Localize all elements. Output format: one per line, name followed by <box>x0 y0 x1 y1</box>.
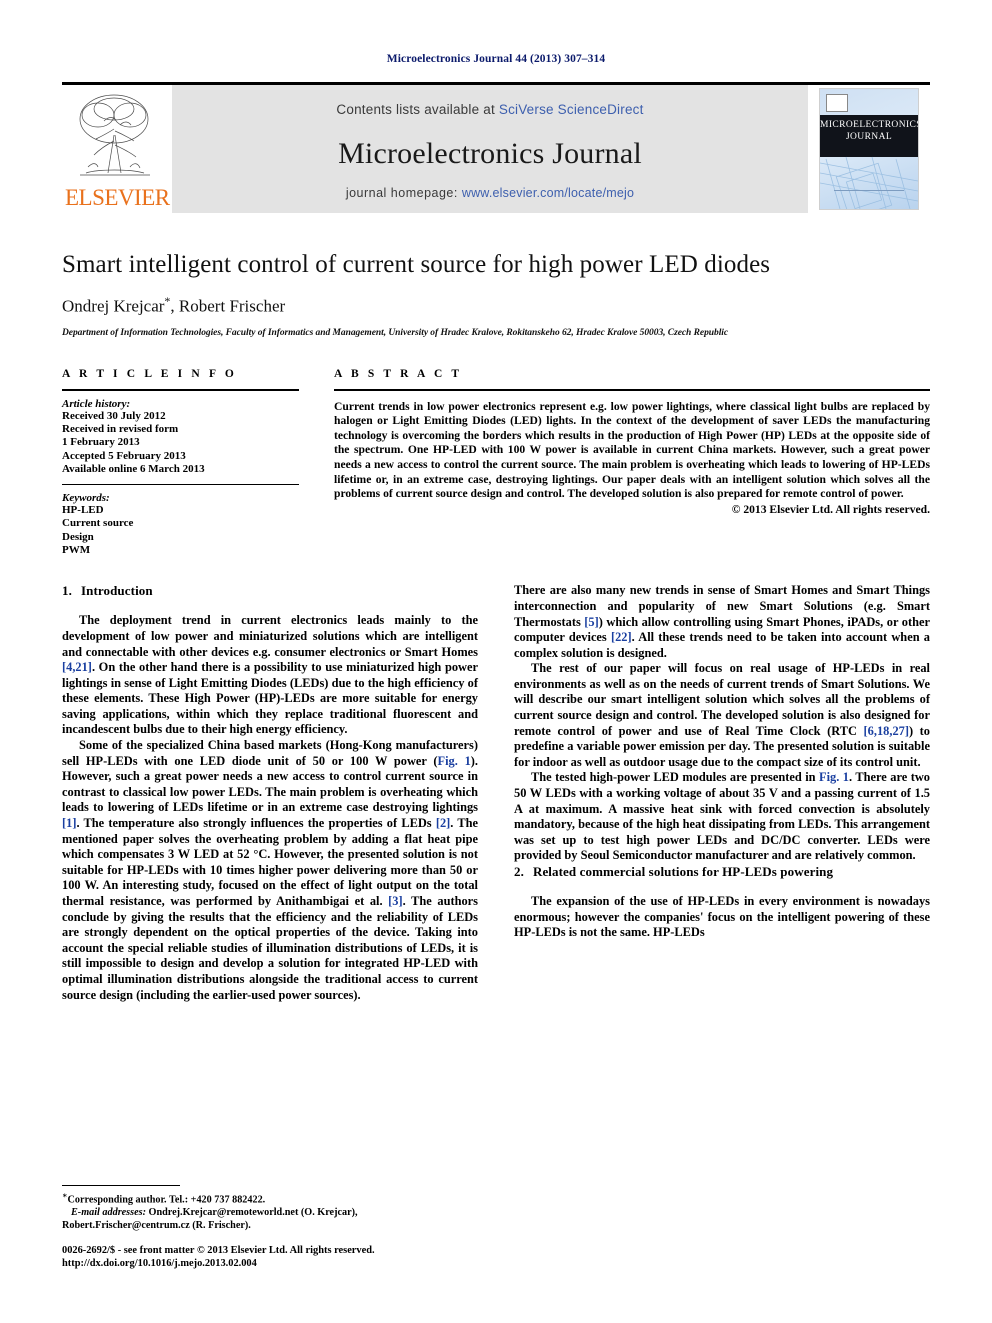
para-text: . The temperature also strongly influenc… <box>76 816 436 831</box>
citation-ref[interactable]: [3] <box>388 894 402 908</box>
keyword-item: Current source <box>62 517 134 530</box>
elsevier-logo: ELSEVIER <box>62 85 172 213</box>
corresponding-author-text: Corresponding author. Tel.: +420 737 882… <box>67 1194 266 1206</box>
article-info-column: A R T I C L E I N F O Article history: R… <box>62 368 299 558</box>
elsevier-tree-icon <box>79 94 150 176</box>
section-heading-related-solutions: 2. Related commercial solutions for HP-LE… <box>514 864 930 880</box>
issn-line: 0026-2692/$ - see front matter © 2013 El… <box>62 1245 375 1257</box>
author-secondary: , Robert Frischer <box>170 296 286 316</box>
journal-cover-image: MICROELECTRONICS JOURNAL <box>819 88 919 210</box>
paragraph: The deployment trend in current electron… <box>62 613 478 738</box>
abstract-copyright: © 2013 Elsevier Ltd. All rights reserved… <box>731 502 930 516</box>
journal-title: Microelectronics Journal <box>338 137 642 170</box>
section-title: Introduction <box>80 583 153 599</box>
info-abstract-row: A R T I C L E I N F O Article history: R… <box>62 368 930 558</box>
page-title: Smart intelligent control of current sou… <box>62 251 771 278</box>
section-title: Related commercial solutions for HP-LEDs… <box>532 864 834 879</box>
citation-ref[interactable]: [22] <box>611 630 632 644</box>
citation-ref[interactable]: [2] <box>436 816 450 830</box>
section-number: 2. <box>514 864 524 879</box>
keywords-label: Keywords: <box>62 491 110 504</box>
article-title-block: Smart intelligent control of current sou… <box>62 251 930 338</box>
sciencedirect-link[interactable]: SciVerse ScienceDirect <box>499 102 644 117</box>
journal-homepage-link[interactable]: www.elsevier.com/locate/mejo <box>462 186 634 200</box>
keywords-rule <box>62 483 299 485</box>
author-affiliation: Department of Information Technologies, … <box>62 327 729 338</box>
figure-ref[interactable]: Fig. 1 <box>438 754 471 768</box>
journal-masthead: ELSEVIER Contents lists available at Sci… <box>62 82 930 213</box>
history-item: 1 February 2013 <box>62 436 140 449</box>
paragraph: The tested high-power LED modules are pr… <box>514 770 930 864</box>
history-item: Received 30 July 2012 <box>62 409 166 422</box>
paragraph: Some of the specialized China based mark… <box>62 738 478 1003</box>
citation-ref[interactable]: [6,18,27] <box>864 724 909 738</box>
keyword-item: Design <box>62 530 94 543</box>
email-note-2[interactable]: Robert.Frischer@centrum.cz (R. Frischer)… <box>62 1220 478 1233</box>
email-note: E-mail addresses: Ondrej.Krejcar@remotew… <box>62 1207 478 1220</box>
para-text: The tested high-power LED modules are pr… <box>531 770 820 785</box>
history-item: Accepted 5 February 2013 <box>62 449 186 462</box>
abstract-column: A B S T R A C T Current trends in low po… <box>299 368 930 558</box>
abstract-rule <box>334 388 930 391</box>
elsevier-wordmark: ELSEVIER <box>65 185 170 210</box>
section-heading-introduction: 1. Introduction <box>62 583 478 599</box>
cover-footer-rule <box>834 190 904 200</box>
citation-ref[interactable]: [5] <box>584 615 598 629</box>
contents-prefix: Contents lists available at <box>336 102 499 117</box>
footnote-rule <box>62 1185 180 1187</box>
running-head: Microelectronics Journal 44 (2013) 307–3… <box>386 53 606 65</box>
email-address-1[interactable]: Ondrej.Krejcar@remoteworld.net (O. Krejc… <box>146 1207 358 1218</box>
masthead-center: Contents lists available at SciVerse Sci… <box>172 85 808 213</box>
journal-homepage-line: journal homepage: www.elsevier.com/locat… <box>172 186 808 200</box>
para-text: Some of the specialized China based mark… <box>62 738 478 768</box>
body-right-column: There are also many new trends in sense … <box>514 583 930 1003</box>
para-text: . On the other hand there is a possibili… <box>62 660 478 737</box>
paragraph: The expansion of the use of HP-LEDs in e… <box>514 894 930 940</box>
history-item: Received in revised form <box>62 423 179 436</box>
article-history-label: Article history: <box>62 397 131 410</box>
abstract-text: Current trends in low power electronics … <box>334 399 930 501</box>
keyword-item: PWM <box>62 543 91 556</box>
journal-cover-container: MICROELECTRONICS JOURNAL <box>808 85 930 213</box>
article-info-heading: A R T I C L E I N F O <box>62 367 237 380</box>
author-list: Ondrej Krejcar*, Robert Frischer <box>62 294 930 317</box>
history-item: Available online 6 March 2013 <box>62 463 205 476</box>
para-text: . The authors conclude by giving the res… <box>62 894 478 1002</box>
footnote-area: ∗Corresponding author. Tel.: +420 737 88… <box>62 1185 478 1271</box>
doi-link[interactable]: http://dx.doi.org/10.1016/j.mejo.2013.02… <box>62 1258 478 1271</box>
homepage-prefix: journal homepage: <box>345 186 462 200</box>
body-left-column: 1. Introduction The deployment trend in c… <box>62 583 478 1003</box>
article-info-rule <box>62 388 299 391</box>
keyword-item: HP-LED <box>62 503 104 516</box>
figure-ref[interactable]: Fig. 1 <box>819 770 849 784</box>
abstract-heading: A B S T R A C T <box>334 367 463 380</box>
corresponding-author-note: ∗Corresponding author. Tel.: +420 737 88… <box>62 1190 478 1207</box>
body-columns: 1. Introduction The deployment trend in c… <box>62 583 930 1003</box>
paragraph: The rest of our paper will focus on real… <box>514 661 930 770</box>
issn-copyright-block: 0026-2692/$ - see front matter © 2013 El… <box>62 1245 478 1271</box>
para-text: The deployment trend in current electron… <box>62 613 478 659</box>
email-label: E-mail addresses: <box>71 1207 146 1219</box>
citation-ref[interactable]: [4,21] <box>62 660 92 674</box>
contents-available-line: Contents lists available at SciVerse Sci… <box>172 85 808 117</box>
paragraph: There are also many new trends in sense … <box>514 583 930 661</box>
section-number: 1. <box>62 583 72 599</box>
keywords-block: Keywords: HP-LED Current source Design P… <box>62 492 299 558</box>
citation-ref[interactable]: [1] <box>62 816 76 830</box>
author-primary: Ondrej Krejcar <box>62 296 165 316</box>
article-page: Microelectronics Journal 44 (2013) 307–3… <box>0 0 992 1323</box>
